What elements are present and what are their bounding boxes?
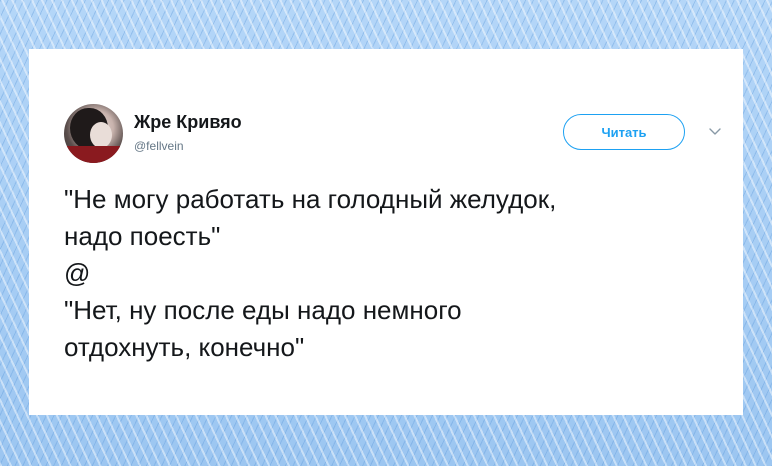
user-name[interactable]: Жре Кривяо [134,112,242,133]
avatar-face [90,122,112,148]
avatar[interactable] [64,104,123,163]
tweet-line: надо поесть" [64,221,221,251]
follow-button[interactable]: Читать [563,114,685,150]
tweet-line: отдохнуть, конечно" [64,332,305,362]
tweet-line: "Нет, ну после еды надо немного [64,295,462,325]
user-handle[interactable]: @fellvein [134,139,184,153]
chevron-down-icon[interactable] [708,127,722,137]
tweet-line: @ [64,258,91,288]
tweet-card: Жре Кривяо @fellvein Читать "Не могу раб… [29,49,743,415]
avatar-shirt [64,146,123,163]
tweet-text: "Не могу работать на голодный желудок, н… [64,181,724,366]
tweet-line: "Не могу работать на голодный желудок, [64,184,557,214]
